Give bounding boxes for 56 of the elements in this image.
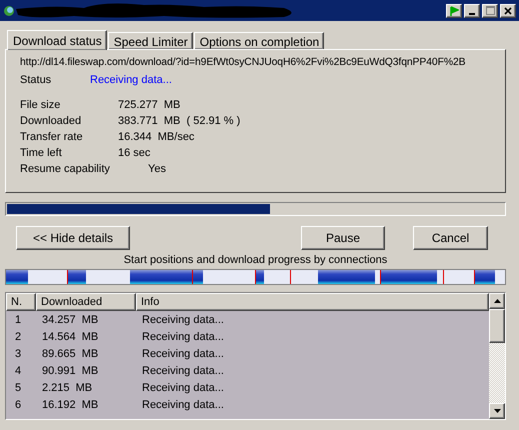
minimize-icon: [469, 12, 475, 14]
field-label: Downloaded: [20, 115, 82, 127]
table-cell-text: 90.991 MB: [41, 364, 100, 376]
table-cell-text: Receiving data...: [141, 330, 224, 342]
table-cell-text: 14.564 MB: [41, 330, 100, 342]
table-cell-text: 34.257 MB: [41, 314, 100, 326]
flag-icon: [449, 6, 459, 16]
resume-button[interactable]: [446, 4, 462, 18]
field-label: Resume capability: [20, 163, 111, 175]
table-cell-text: 2: [14, 330, 22, 342]
table-cell-text: 16.192 MB: [41, 398, 100, 410]
close-icon: [504, 6, 512, 14]
field-value: 725.277 MB: [118, 99, 180, 111]
table-cell-text: Receiving data...: [141, 382, 224, 394]
field-value: 16.344 MB/sec: [118, 131, 194, 143]
table-cell-text: 6: [14, 398, 22, 410]
field-label: Status: [20, 74, 52, 86]
app-icon: [2, 4, 16, 18]
table-cell-text: Receiving data...: [141, 314, 224, 326]
tab[interactable]: Options on completion: [194, 32, 324, 49]
table-cell-text: Receiving data...: [141, 364, 224, 376]
maximize-button[interactable]: [482, 4, 498, 18]
scroll-thumb[interactable]: [489, 309, 505, 343]
table-cell-text: 1: [14, 314, 22, 326]
scroll-up-button[interactable]: [489, 293, 505, 309]
table-cell-text: Receiving data...: [141, 398, 224, 410]
field-label: Transfer rate: [20, 131, 84, 143]
field-value: 16 sec: [118, 147, 150, 159]
table-cell-text: 3: [14, 348, 22, 360]
up-arrow-icon: [494, 299, 500, 303]
scroll-down-button[interactable]: [489, 403, 505, 419]
table-cell-text: 2.215 MB: [41, 382, 94, 394]
field-label: File size: [20, 99, 62, 111]
table-cell-text: 4: [14, 364, 22, 376]
pause-button[interactable]: Pause: [301, 226, 385, 250]
down-arrow-icon: [494, 409, 500, 413]
minimize-button[interactable]: [464, 4, 480, 18]
maximize-icon: [486, 6, 494, 15]
tab[interactable]: Download status: [7, 30, 107, 50]
download-url: http://dl14.fileswap.com/download/?id=h9EfWt0syCNJUoqH6%2Fvi%2Bc9EuWdQ3fqnPP40F%2B: [20, 57, 466, 68]
field-value: Yes: [147, 163, 166, 175]
status-value: Receiving data...: [90, 74, 172, 86]
table-cell-text: Receiving data...: [141, 348, 224, 360]
close-button[interactable]: [500, 4, 516, 18]
scrollbar[interactable]: [489, 293, 505, 419]
hide-details-button[interactable]: << Hide details: [16, 226, 130, 250]
column-header[interactable]: Info: [136, 293, 489, 311]
field-label: Time left: [20, 147, 63, 159]
table-cell-text: 5: [14, 382, 22, 394]
cancel-button[interactable]: Cancel: [413, 226, 488, 250]
field-value: 383.771 MB ( 52.91 % ): [118, 115, 240, 127]
column-header[interactable]: N.: [6, 293, 36, 311]
connections-caption: Start positions and download progress by connections: [122, 254, 388, 268]
column-header[interactable]: Downloaded: [36, 293, 136, 311]
table-cell-text: 89.665 MB: [41, 348, 100, 360]
tab[interactable]: Speed Limiter: [108, 32, 193, 49]
